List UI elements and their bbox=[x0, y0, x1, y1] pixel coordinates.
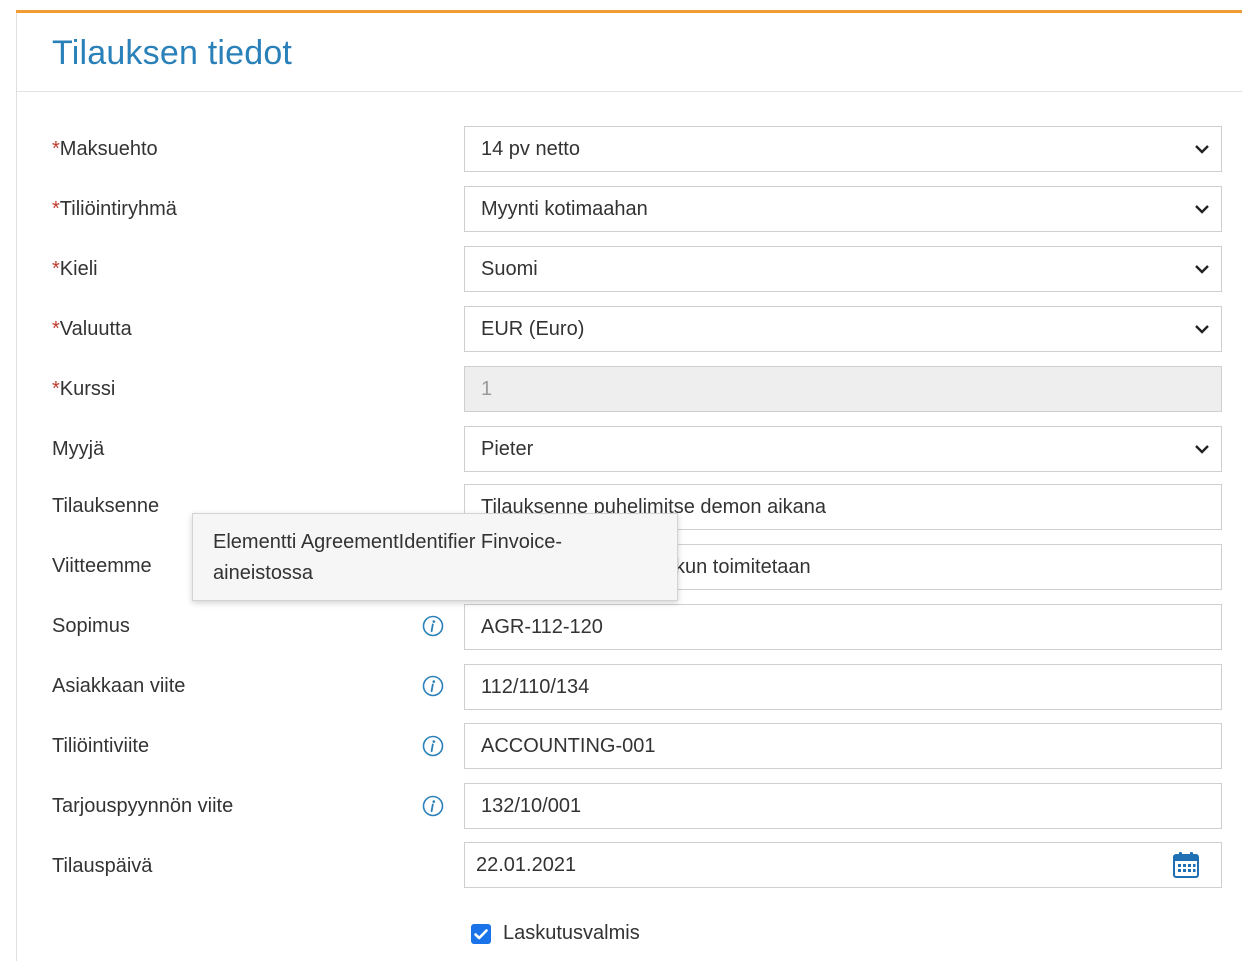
maksuehto-label-text: Maksuehto bbox=[59, 138, 158, 160]
tilauspaiva-input[interactable]: 22.01.2021 bbox=[464, 842, 1222, 888]
valuutta-label: *Valuutta bbox=[52, 318, 132, 341]
kieli-select[interactable]: Suomi bbox=[464, 246, 1222, 292]
kieli-value: Suomi bbox=[481, 257, 538, 280]
tooltip: Elementti AgreementIdentifier Finvoice-a… bbox=[192, 513, 678, 601]
kieli-label: *Kieli bbox=[52, 258, 98, 281]
kurssi-input: 1 bbox=[464, 366, 1222, 412]
asiakkaan-viite-value: 112/110/134 bbox=[481, 675, 590, 698]
tiliointiryhma-value: Myynti kotimaahan bbox=[481, 197, 648, 220]
kurssi-label-text: Kurssi bbox=[59, 378, 116, 400]
maksuehto-value: 14 pv netto bbox=[481, 137, 580, 160]
tarjouspyynnon-viite-label: Tarjouspyynnön viite bbox=[52, 795, 234, 817]
tiliointiviite-input[interactable]: ACCOUNTING-001 bbox=[464, 723, 1222, 769]
required-mark: * bbox=[52, 318, 60, 340]
required-mark: * bbox=[52, 258, 60, 280]
sopimus-value: AGR-112-120 bbox=[481, 615, 603, 638]
chevron-down-icon bbox=[1195, 145, 1209, 154]
kurssi-label: *Kurssi bbox=[52, 378, 115, 401]
maksuehto-label: *Maksuehto bbox=[52, 138, 158, 161]
left-border bbox=[16, 13, 17, 961]
laskutusvalmis-checkbox[interactable] bbox=[471, 924, 491, 944]
laskutusvalmis-label: Laskutusvalmis bbox=[503, 922, 640, 944]
tarjouspyynnon-viite-value: 132/10/001 bbox=[481, 794, 582, 817]
tarjouspyynnon-viite-input[interactable]: 132/10/001 bbox=[464, 783, 1222, 829]
info-icon[interactable] bbox=[422, 735, 444, 757]
tilauksenne-label: Tilauksenne bbox=[52, 495, 160, 517]
required-mark: * bbox=[52, 138, 60, 160]
chevron-down-icon bbox=[1195, 445, 1209, 454]
tiliointiryhma-label-text: Tiliöintiryhmä bbox=[59, 198, 177, 220]
asiakkaan-viite-label: Asiakkaan viite bbox=[52, 675, 186, 697]
tiliointiryhma-select[interactable]: Myynti kotimaahan bbox=[464, 186, 1222, 232]
myyja-select[interactable]: Pieter bbox=[464, 426, 1222, 472]
top-accent-bar bbox=[16, 10, 1242, 13]
info-icon[interactable] bbox=[422, 795, 444, 817]
viitteemme-label: Viitteemme bbox=[52, 555, 152, 577]
title-divider bbox=[17, 91, 1242, 92]
chevron-down-icon bbox=[1195, 205, 1209, 214]
checkmark-icon bbox=[474, 929, 488, 940]
section-title: Tilauksen tiedot bbox=[52, 34, 293, 72]
asiakkaan-viite-input[interactable]: 112/110/134 bbox=[464, 664, 1222, 710]
info-icon[interactable] bbox=[422, 675, 444, 697]
tilauspaiva-value: 22.01.2021 bbox=[476, 853, 577, 876]
viitteemme-value: kun toimitetaan bbox=[675, 555, 811, 578]
kurssi-value: 1 bbox=[481, 377, 493, 400]
tiliointiryhma-label: *Tiliöintiryhmä bbox=[52, 198, 177, 221]
valuutta-label-text: Valuutta bbox=[59, 318, 132, 340]
tiliointiviite-label: Tiliöintiviite bbox=[52, 735, 150, 757]
maksuehto-select[interactable]: 14 pv netto bbox=[464, 126, 1222, 172]
required-mark: * bbox=[52, 378, 60, 400]
tiliointiviite-value: ACCOUNTING-001 bbox=[481, 734, 656, 757]
required-mark: * bbox=[52, 198, 60, 220]
calendar-icon[interactable] bbox=[1172, 851, 1200, 879]
chevron-down-icon bbox=[1195, 325, 1209, 334]
sopimus-input[interactable]: AGR-112-120 bbox=[464, 604, 1222, 650]
info-icon[interactable] bbox=[422, 615, 444, 637]
tilauspaiva-label: Tilauspäivä bbox=[52, 855, 153, 877]
sopimus-label: Sopimus bbox=[52, 615, 130, 637]
kieli-label-text: Kieli bbox=[59, 258, 98, 280]
valuutta-select[interactable]: EUR (Euro) bbox=[464, 306, 1222, 352]
chevron-down-icon bbox=[1195, 265, 1209, 274]
valuutta-value: EUR (Euro) bbox=[481, 317, 585, 340]
myyja-value: Pieter bbox=[481, 437, 534, 460]
myyja-label: Myyjä bbox=[52, 438, 105, 460]
